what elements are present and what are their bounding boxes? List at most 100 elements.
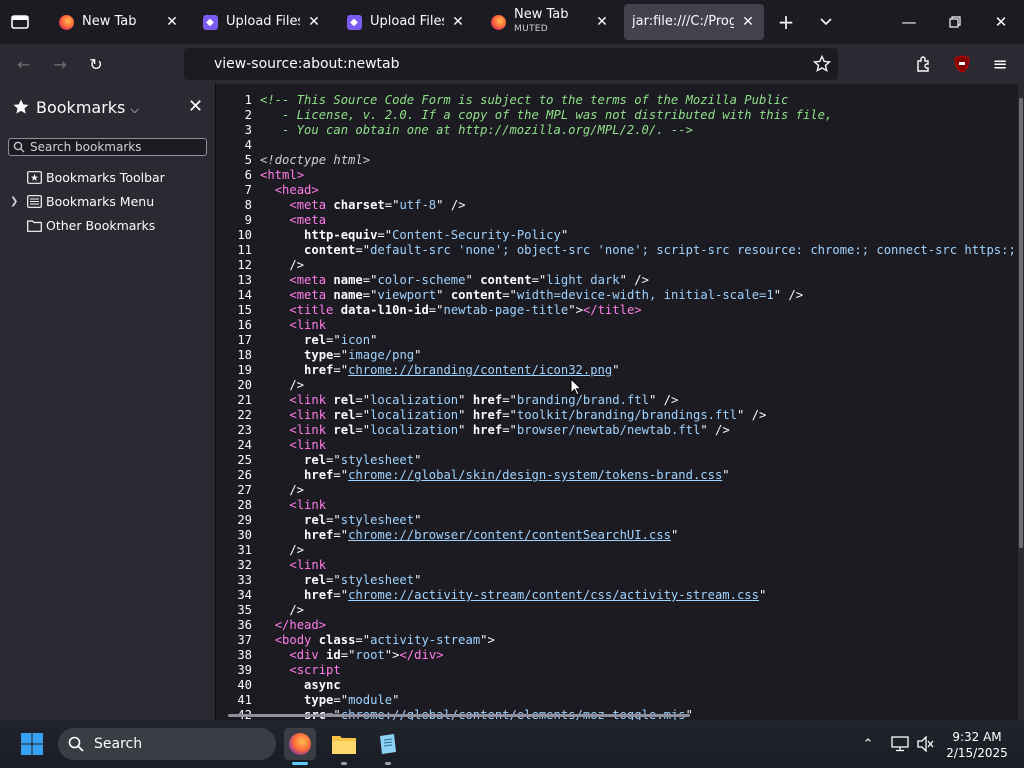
start-button[interactable]	[16, 728, 48, 760]
line-number: 11	[237, 243, 252, 257]
code-token: " />	[619, 273, 649, 287]
active-app-indicator	[292, 762, 308, 765]
line-number: 1	[244, 93, 252, 107]
source-line: 29 rel="stylesheet"	[216, 513, 1018, 528]
line-code: <script	[252, 663, 340, 677]
close-icon[interactable]: ✕	[164, 14, 180, 30]
code-token: ="	[333, 348, 349, 362]
ublock-origin-button[interactable]	[950, 52, 974, 76]
source-link[interactable]: chrome://global/skin/design-system/token…	[348, 468, 722, 482]
code-token: ="	[502, 423, 517, 437]
tab-new-tab-1[interactable]: New Tab ✕	[44, 4, 188, 40]
code-token: rel	[333, 393, 356, 407]
close-icon[interactable]: ✕	[594, 14, 610, 30]
tab-strip: New Tab ✕ ◆ Upload Files | Fr ✕ ◆ Upload…	[0, 0, 1024, 44]
forward-button[interactable]: →	[48, 52, 72, 76]
code-token: content	[450, 288, 503, 302]
scrollbar-thumb[interactable]	[1019, 98, 1023, 548]
tab-new-tab-muted[interactable]: New Tab MUTED ✕	[476, 4, 618, 40]
code-token: ="	[362, 273, 378, 287]
source-line: 41 type="module"	[216, 693, 1018, 708]
close-icon[interactable]: ✕	[450, 14, 466, 30]
tab-view-source-active[interactable]: jar:file:///C:/Program ✕	[624, 4, 764, 40]
app-menu-button[interactable]: ≡	[988, 52, 1012, 76]
source-line: 23 <link rel="localization" href="browse…	[216, 423, 1018, 438]
back-button[interactable]: ←	[12, 52, 36, 76]
new-tab-button[interactable]: +	[764, 0, 808, 44]
source-line: 24 <link	[216, 438, 1018, 453]
close-window-button[interactable]: ✕	[978, 0, 1024, 44]
code-token: "	[414, 573, 422, 587]
bookmarks-search-input[interactable]: Search bookmarks	[8, 138, 207, 156]
url-text[interactable]: view-source:about:newtab	[214, 56, 400, 72]
chevron-right-icon[interactable]: ❯	[10, 196, 26, 207]
source-link[interactable]: chrome://activity-stream/content/css/act…	[348, 588, 759, 602]
network-tray-button[interactable]	[890, 734, 910, 754]
taskbar-clock[interactable]: 9:32 AM 2/15/2025	[940, 729, 1014, 761]
show-hidden-icons-button[interactable]: ⌃	[858, 734, 878, 754]
source-line: 5 <!doctype html>	[216, 153, 1018, 168]
notepad-app[interactable]	[372, 728, 404, 760]
taskbar-search[interactable]: Search	[58, 728, 276, 760]
address-bar[interactable]: view-source:about:newtab	[184, 48, 838, 80]
bookmark-item-other[interactable]: Other Bookmarks	[10, 214, 155, 236]
bookmark-star-button[interactable]	[810, 52, 834, 76]
tab-upload-files-1[interactable]: ◆ Upload Files | Fr ✕	[188, 4, 330, 40]
bookmark-item-toolbar[interactable]: Bookmarks Toolbar	[10, 166, 165, 188]
code-token: "	[414, 348, 422, 362]
sidebar-switcher[interactable]: Bookmarks ⌵	[36, 98, 139, 117]
line-number: 36	[237, 618, 252, 632]
line-number: 21	[237, 393, 252, 407]
code-token: localization	[370, 393, 459, 407]
code-token: href	[304, 468, 334, 482]
bookmarks-toolbar-icon	[26, 170, 42, 184]
volume-tray-button[interactable]	[916, 734, 936, 754]
close-icon[interactable]: ✕	[740, 14, 756, 30]
source-line: 1 <!-- This Source Code Form is subject t…	[216, 93, 1018, 108]
code-token: ">	[568, 303, 583, 317]
line-number: 29	[237, 513, 252, 527]
code-token: rel	[304, 513, 327, 527]
bookmarks-sidebar: Bookmarks ⌵ ✕ Search bookmarks Bookmarks…	[0, 84, 216, 720]
tab-upload-files-2[interactable]: ◆ Upload Files | Fr ✕	[332, 4, 474, 40]
extensions-button[interactable]	[912, 52, 936, 76]
close-sidebar-button[interactable]: ✕	[188, 96, 203, 117]
line-code: />	[252, 483, 304, 497]
reload-button[interactable]: ↻	[84, 52, 108, 76]
code-token: <link	[289, 408, 334, 422]
code-token: stylesheet	[340, 513, 415, 527]
bookmark-label: Bookmarks Menu	[46, 193, 155, 209]
code-token: <head	[274, 183, 312, 197]
vertical-scrollbar[interactable]	[1018, 84, 1024, 720]
view-source-content[interactable]: 1 <!-- This Source Code Form is subject t…	[216, 84, 1018, 720]
source-link[interactable]: chrome://branding/content/icon32.png	[348, 363, 612, 377]
code-token: >	[311, 183, 319, 197]
horizontal-scrollbar[interactable]	[228, 714, 690, 717]
list-all-tabs-button[interactable]	[804, 0, 848, 44]
firefox-app[interactable]	[284, 728, 316, 760]
code-token: <link	[289, 393, 334, 407]
code-token: />	[260, 543, 305, 557]
close-icon[interactable]: ✕	[306, 14, 322, 30]
clock-date: 2/15/2025	[946, 746, 1008, 760]
maximize-button[interactable]	[932, 0, 978, 44]
file-explorer-app[interactable]	[328, 728, 360, 760]
chevron-up-icon: ⌃	[862, 736, 874, 752]
minimize-button[interactable]: —	[886, 0, 932, 44]
firefox-view-button[interactable]	[0, 0, 40, 44]
line-number: 14	[237, 288, 252, 302]
code-token: href	[304, 588, 334, 602]
bookmark-item-menu[interactable]: ❯ Bookmarks Menu	[10, 190, 154, 212]
line-code: <!-- This Source Code Form is subject to…	[252, 93, 788, 107]
code-token: <!doctype html>	[260, 153, 371, 167]
source-link[interactable]: chrome://browser/content/contentSearchUI…	[348, 528, 671, 542]
